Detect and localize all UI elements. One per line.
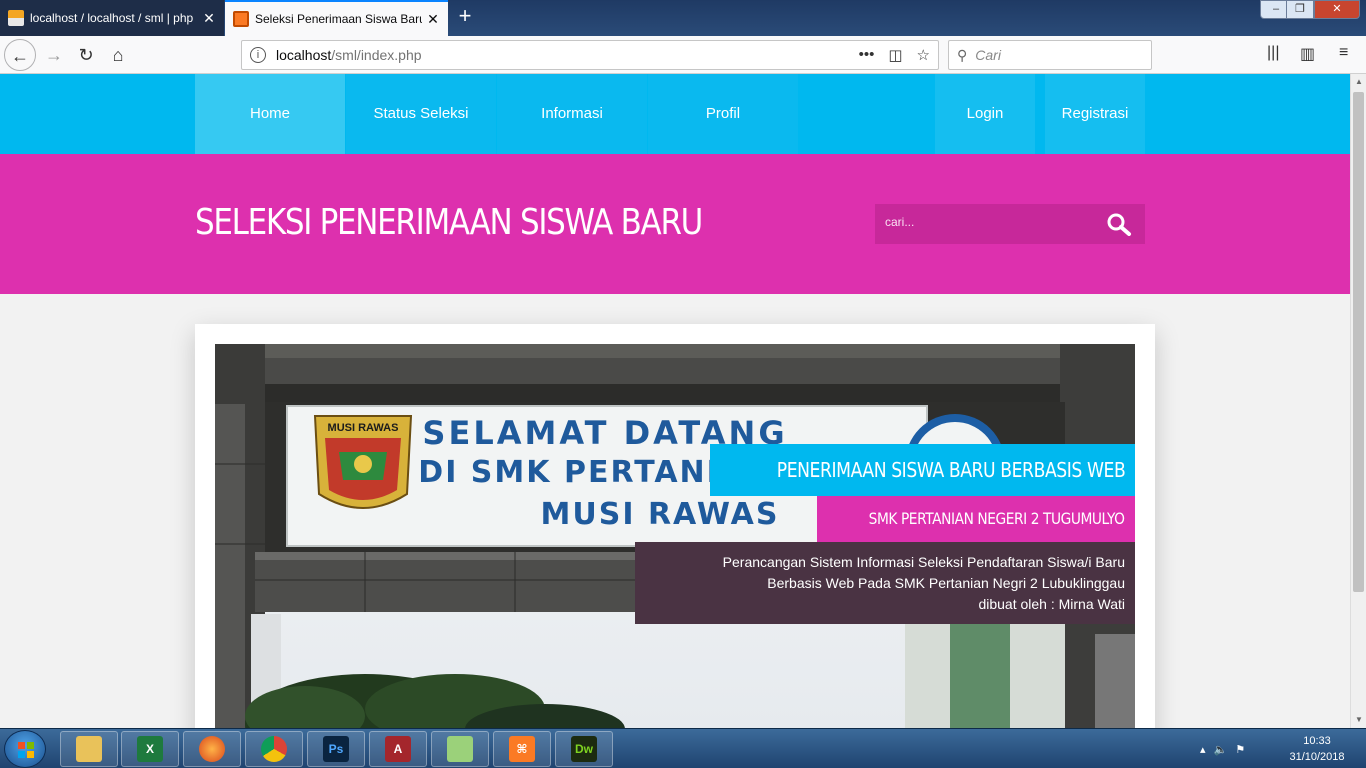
sign-line-3: MUSI RAWAS (541, 497, 780, 532)
site-search (875, 204, 1145, 244)
nav-status-seleksi[interactable]: Status Seleksi (346, 74, 496, 154)
search-icon: ⚲ (957, 46, 968, 63)
taskbar-access[interactable]: A (369, 731, 427, 767)
tab-seleksi[interactable]: Seleksi Penerimaan Siswa Baru ✕ (225, 0, 448, 36)
new-tab-button[interactable]: + (452, 4, 478, 30)
scroll-down-icon[interactable]: ▼ (1351, 712, 1366, 728)
library-icon[interactable]: ||| (1267, 44, 1279, 62)
scroll-up-icon[interactable]: ▲ (1351, 74, 1366, 90)
sidebar-icon[interactable]: ▥ (1300, 44, 1315, 64)
volume-icon[interactable]: 🔈 (1214, 743, 1228, 756)
tray-expand-icon[interactable]: ▴ (1200, 743, 1206, 756)
photoshop-icon: Ps (323, 736, 349, 762)
taskbar-firefox[interactable] (183, 731, 241, 767)
hero-slide: MUSI RAWAS SELAMAT DATANG DI SMK PERTANI… (215, 344, 1135, 728)
phpmyadmin-favicon-icon (8, 10, 24, 26)
reload-button[interactable]: ↻ (70, 39, 102, 71)
menu-icon[interactable]: ≡ (1339, 44, 1348, 62)
web-page: Home Status Seleksi Informasi Profil Log… (0, 74, 1350, 728)
browser-tab-strip: localhost / localhost / sml | php ✕ Sele… (0, 0, 1366, 36)
nav-login[interactable]: Login (935, 74, 1035, 154)
page-title: SELEKSI PENERIMAAN SISWA BARU (195, 202, 703, 243)
bookmark-star-icon[interactable]: ☆ (917, 46, 930, 64)
page-actions-icon[interactable]: ••• (859, 46, 875, 64)
system-tray: ▴ 🔈 ⚑ (1200, 729, 1245, 768)
files-icon (447, 736, 473, 762)
clock-date: 31/10/2018 (1289, 751, 1345, 763)
nav-informasi[interactable]: Informasi (497, 74, 647, 154)
taskbar-explorer[interactable] (60, 731, 118, 767)
back-button[interactable]: ← (4, 39, 36, 71)
tab-phpmyadmin[interactable]: localhost / localhost / sml | php ✕ (0, 0, 224, 36)
nav-registrasi[interactable]: Registrasi (1045, 74, 1145, 154)
clock-time: 10:33 (1303, 735, 1331, 747)
url-host: localhost (276, 47, 332, 63)
taskbar-chrome[interactable] (245, 731, 303, 767)
start-button[interactable] (4, 730, 46, 768)
emblem-text: MUSI RAWAS (328, 422, 399, 434)
taskbar-excel[interactable]: X (121, 731, 179, 767)
close-tab-icon[interactable]: ✕ (426, 11, 440, 28)
site-search-input[interactable] (885, 215, 1095, 229)
close-tab-icon[interactable]: ✕ (202, 10, 216, 27)
taskbar: X Ps A ⌘ Dw ▴ 🔈 ⚑ 10:33 31/10/2018 (0, 728, 1366, 768)
tab-title: Seleksi Penerimaan Siswa Baru (255, 12, 422, 26)
site-navigation: Home Status Seleksi Informasi Profil Log… (0, 74, 1350, 154)
pocket-icon[interactable]: ◫ (888, 46, 902, 64)
browser-toolbar: ← → ↻ ⌂ i localhost/sml/index.php ••• ◫ … (0, 36, 1366, 74)
network-icon[interactable]: ⚑ (1235, 743, 1245, 756)
site-info-icon[interactable]: i (250, 47, 266, 63)
chrome-icon (261, 736, 287, 762)
nav-home[interactable]: Home (195, 74, 345, 154)
search-icon[interactable] (1105, 212, 1133, 236)
caption-title-text: PENERIMAAN SISWA BARU BERBASIS WEB (776, 458, 1125, 482)
scrollbar-thumb[interactable] (1353, 92, 1364, 592)
caption-desc-line: Berbasis Web Pada SMK Pertanian Negri 2 … (767, 575, 1125, 591)
taskbar-clock[interactable]: 10:33 31/10/2018 (1282, 733, 1352, 765)
excel-icon: X (137, 736, 163, 762)
caption-desc-line: dibuat oleh : Mirna Wati (978, 596, 1125, 612)
access-icon: A (385, 736, 411, 762)
taskbar-files[interactable] (431, 731, 489, 767)
caption-subtitle: SMK PERTANIAN NEGERI 2 TUGUMULYO (817, 496, 1135, 542)
nav-profil[interactable]: Profil (648, 74, 798, 154)
firefox-icon (199, 736, 225, 762)
caption-desc-line: Perancangan Sistem Informasi Seleksi Pen… (722, 554, 1125, 570)
url-path: /sml/index.php (331, 47, 422, 63)
forward-button[interactable]: → (38, 39, 70, 71)
header-banner: SELEKSI PENERIMAAN SISWA BARU (0, 154, 1350, 294)
maximize-button[interactable]: ❐ (1286, 0, 1314, 19)
content-panel: MUSI RAWAS SELAMAT DATANG DI SMK PERTANI… (195, 324, 1155, 728)
page-scrollbar[interactable]: ▲ ▼ (1350, 74, 1366, 728)
tab-title: localhost / localhost / sml | php (30, 11, 194, 25)
taskbar-dreamweaver[interactable]: Dw (555, 731, 613, 767)
xampp-favicon-icon (233, 11, 249, 27)
taskbar-photoshop[interactable]: Ps (307, 731, 365, 767)
taskbar-xampp[interactable]: ⌘ (493, 731, 551, 767)
close-window-button[interactable]: ✕ (1314, 0, 1360, 19)
caption-description: Perancangan Sistem Informasi Seleksi Pen… (635, 542, 1135, 624)
url-bar[interactable]: i localhost/sml/index.php ••• ◫ ☆ (241, 40, 939, 70)
caption-subtitle-text: SMK PERTANIAN NEGERI 2 TUGUMULYO (869, 509, 1125, 528)
search-placeholder: Cari (975, 47, 1001, 63)
caption-title: PENERIMAAN SISWA BARU BERBASIS WEB (709, 444, 1135, 496)
dreamweaver-icon: Dw (571, 736, 597, 762)
explorer-icon (76, 736, 102, 762)
browser-search-input[interactable]: ⚲ Cari (948, 40, 1152, 70)
home-button[interactable]: ⌂ (102, 39, 134, 71)
windows-flag-icon (18, 742, 34, 758)
xampp-icon: ⌘ (509, 736, 535, 762)
